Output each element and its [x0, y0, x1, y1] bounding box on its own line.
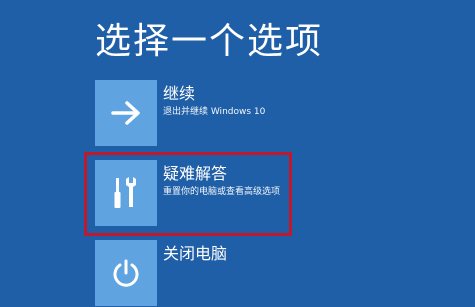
option-continue[interactable]: 继续 退出并继续 Windows 10	[95, 80, 425, 146]
option-continue-description: 退出并继续 Windows 10	[163, 107, 266, 117]
option-shutdown[interactable]: 关闭电脑	[95, 240, 425, 306]
highlight-box	[84, 152, 292, 236]
arrow-right-icon	[111, 101, 140, 125]
option-shutdown-tile[interactable]	[95, 240, 157, 306]
option-shutdown-label: 关闭电脑	[163, 244, 228, 263]
option-continue-tile[interactable]	[95, 80, 157, 146]
power-icon	[113, 259, 139, 287]
option-continue-label: 继续	[163, 84, 196, 103]
page-title: 选择一个选项	[95, 21, 324, 62]
